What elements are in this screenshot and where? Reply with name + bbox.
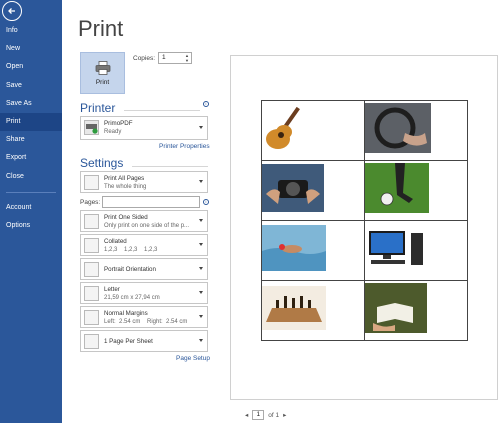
table-cell [364, 160, 468, 221]
nav-item-account[interactable]: Account [0, 199, 62, 217]
pages-input[interactable] [102, 196, 200, 208]
nav-item-info[interactable]: Info [0, 22, 62, 40]
nav-item-close[interactable]: Close [0, 168, 62, 186]
nav-item-print[interactable]: Print [0, 112, 62, 132]
one-sided-icon [84, 214, 99, 229]
paper-sub: 21,59 cm x 27,94 cm [104, 295, 160, 301]
table-cell [261, 280, 365, 341]
printer-icon [95, 60, 110, 75]
copies-label: Copies: [133, 55, 156, 62]
pages-per-sheet-dropdown[interactable]: 1 Page Per Sheet [80, 330, 208, 352]
table-cell [364, 100, 468, 161]
paper-icon [84, 286, 99, 301]
preview-table [261, 100, 468, 341]
printer-status: Ready [104, 129, 122, 135]
page-count-label: of 1 [268, 411, 280, 419]
paper-size-dropdown[interactable]: Letter 21,59 cm x 27,94 cm [80, 282, 208, 304]
page-navigator: ◂ 1 of 1 ▸ [245, 410, 286, 420]
collate-sub: 1,2,3 1,2,3 1,2,3 [104, 247, 158, 253]
computer-image [369, 231, 423, 265]
heading-divider [124, 110, 200, 111]
chevron-down-icon [199, 180, 203, 183]
nav-item-save[interactable]: Save [0, 77, 62, 95]
collate-dropdown[interactable]: Collated 1,2,3 1,2,3 1,2,3 [80, 234, 208, 256]
table-cell [261, 100, 365, 161]
guitar-image [266, 106, 300, 149]
print-what-sub: The whole thing [104, 184, 147, 190]
page-title: Print [78, 16, 124, 41]
copies-value: 1 [162, 54, 166, 61]
chevron-down-icon [199, 126, 203, 129]
chess-image [262, 286, 326, 330]
chevron-down-icon [199, 243, 203, 246]
copies-input[interactable]: 1 ▲ ▼ [158, 52, 192, 64]
previous-page-icon[interactable]: ◂ [245, 411, 248, 419]
nav-divider [6, 191, 56, 193]
table-cell [261, 160, 365, 221]
margins-sub: Left: 2.54 cm Right: 2.54 cm [104, 319, 188, 325]
nav-item-open[interactable]: Open [0, 58, 62, 76]
print-preview-page [230, 55, 498, 400]
print-what-dropdown[interactable]: Print All Pages The whole thing [80, 171, 208, 193]
nav-item-share[interactable]: Share [0, 131, 62, 149]
nav-item-options[interactable]: Options [0, 217, 62, 235]
margins-icon [84, 310, 99, 325]
margins-title: Normal Margins [104, 310, 148, 317]
nav-item-new[interactable]: New [0, 40, 62, 58]
next-page-icon[interactable]: ▸ [283, 411, 286, 419]
steering-wheel-image [365, 103, 431, 153]
camera-image [262, 164, 324, 212]
orientation-dropdown[interactable]: Portrait Orientation [80, 258, 208, 280]
print-what-title: Print All Pages [104, 175, 145, 182]
chevron-down-icon [199, 267, 203, 270]
chevron-down-icon [199, 315, 203, 318]
print-button-label: Print [95, 78, 110, 86]
chevron-down-icon [199, 291, 203, 294]
page-setup-link[interactable]: Page Setup [176, 355, 210, 362]
backstage-nav: Info New Open Save Save As Print Share E… [0, 22, 62, 235]
sides-title: Print One Sided [104, 214, 148, 221]
printer-heading: Printer [80, 101, 116, 115]
printer-properties-link[interactable]: Printer Properties [159, 143, 210, 150]
swimmer-image [262, 225, 326, 271]
table-cell [364, 220, 468, 281]
table-cell [364, 280, 468, 341]
orientation-title: Portrait Orientation [104, 266, 156, 273]
margins-dropdown[interactable]: Normal Margins Left: 2.54 cm Right: 2.54… [80, 306, 208, 328]
collated-icon [84, 238, 99, 253]
chevron-down-icon [199, 219, 203, 222]
printer-name: PrimoPDF [104, 120, 133, 127]
per-sheet-title: 1 Page Per Sheet [104, 338, 153, 345]
current-page-input[interactable]: 1 [252, 410, 265, 420]
sides-dropdown[interactable]: Print One Sided Only print on one side o… [80, 210, 208, 232]
paper-title: Letter [104, 286, 120, 293]
portrait-icon [84, 262, 99, 277]
settings-heading: Settings [80, 156, 124, 170]
nav-item-save-as[interactable]: Save As [0, 95, 62, 113]
back-arrow-icon[interactable] [2, 1, 22, 21]
info-icon[interactable]: i [203, 101, 209, 107]
printer-ready-icon [84, 120, 99, 135]
backstage-sidebar: Info New Open Save Save As Print Share E… [0, 0, 62, 423]
heading-divider [132, 166, 208, 167]
pages-label: Pages: [80, 199, 101, 206]
print-button[interactable]: Print [80, 52, 125, 94]
info-icon[interactable]: i [203, 199, 209, 205]
soccer-image [365, 163, 429, 213]
print-pane: Print Print Copies: 1 ▲ ▼ Printer i Primo… [62, 0, 500, 423]
printer-dropdown[interactable]: PrimoPDF Ready [80, 116, 208, 140]
chevron-down-icon [199, 339, 203, 342]
collate-title: Collated [104, 238, 127, 245]
page-per-sheet-icon [84, 334, 99, 349]
pages-icon [84, 175, 99, 190]
nav-item-export[interactable]: Export [0, 149, 62, 167]
copies-spinner[interactable]: ▲ ▼ [184, 53, 190, 63]
table-cell [261, 220, 365, 281]
sides-sub: Only print on one side of the p... [104, 223, 190, 229]
reading-book-image [365, 283, 427, 333]
